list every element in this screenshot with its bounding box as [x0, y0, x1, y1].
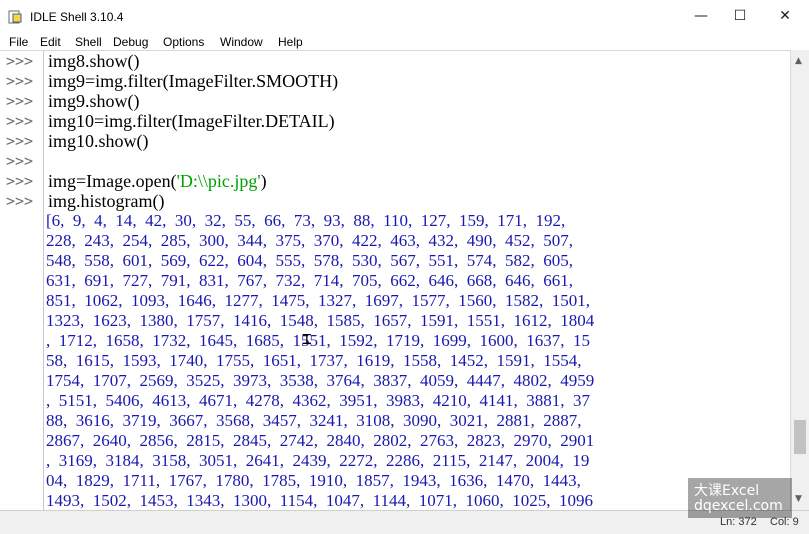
watermark-url: dqexcel.com: [694, 498, 783, 514]
code-line: img10=img.filter(ImageFilter.DETAIL): [48, 111, 335, 131]
output-line: 548, 558, 601, 569, 622, 604, 555, 578, …: [46, 251, 573, 270]
shell-prompt: >>>: [6, 192, 34, 210]
code-line: img9.show(): [48, 91, 140, 111]
prompt-gutter: >>> >>> >>> >>> >>> >>> >>> >>>: [0, 51, 44, 510]
menu-bar: File Edit Shell Debug Options Window Hel…: [0, 34, 809, 50]
title-bar: IDLE Shell 3.10.4 — ☐ ✕: [0, 0, 809, 34]
menu-shell[interactable]: Shell: [75, 34, 102, 50]
python-idle-icon: [8, 10, 22, 24]
code-line: img.histogram(): [48, 191, 165, 211]
scrollbar-thumb[interactable]: [794, 420, 806, 454]
output-line: 228, 243, 254, 285, 300, 344, 375, 370, …: [46, 231, 573, 250]
menu-file[interactable]: File: [9, 34, 28, 50]
output-line: , 5151, 5406, 4613, 4671, 4278, 4362, 39…: [46, 391, 590, 410]
output-line: [6, 9, 4, 14, 42, 30, 32, 55, 66, 73, 93…: [46, 211, 566, 230]
maximize-button[interactable]: ☐: [730, 6, 750, 26]
output-line: 851, 1062, 1093, 1646, 1277, 1475, 1327,…: [46, 291, 590, 310]
text-cursor-icon: ⌶: [302, 329, 312, 348]
menu-edit[interactable]: Edit: [40, 34, 61, 50]
shell-prompt: >>>: [6, 52, 34, 70]
menu-options[interactable]: Options: [163, 34, 204, 50]
watermark-brand: 大课Excel: [694, 483, 760, 499]
shell-prompt: >>>: [6, 72, 34, 90]
code-line-image-open: img=Image.open('D:\\pic.jpg'): [48, 171, 267, 192]
output-line: 1754, 1707, 2569, 3525, 3973, 3538, 3764…: [46, 371, 595, 390]
shell-prompt: >>>: [6, 152, 34, 170]
code-text: img=Image.open(: [48, 171, 177, 191]
menu-window[interactable]: Window: [220, 34, 263, 50]
shell-prompt: >>>: [6, 92, 34, 110]
output-line: 58, 1615, 1593, 1740, 1755, 1651, 1737, …: [46, 351, 582, 370]
watermark: 大课Excel dqexcel.com: [688, 478, 792, 518]
output-line: , 1712, 1658, 1732, 1645, 1685, 1551, 15…: [46, 331, 590, 350]
code-line: img8.show(): [48, 51, 140, 71]
minimize-button[interactable]: —: [691, 6, 711, 26]
output-line: 1323, 1623, 1380, 1757, 1416, 1548, 1585…: [46, 311, 595, 330]
output-line: 1493, 1502, 1453, 1343, 1300, 1154, 1047…: [46, 491, 593, 510]
output-line: , 3169, 3184, 3158, 3051, 2641, 2439, 22…: [46, 451, 590, 470]
window-title: IDLE Shell 3.10.4: [30, 10, 124, 24]
menu-help[interactable]: Help: [278, 34, 303, 50]
shell-prompt: >>>: [6, 132, 34, 150]
menu-debug[interactable]: Debug: [113, 34, 148, 50]
output-line: 04, 1829, 1711, 1767, 1780, 1785, 1910, …: [46, 471, 581, 490]
code-line: img10.show(): [48, 131, 149, 151]
output-line: 88, 3616, 3719, 3667, 3568, 3457, 3241, …: [46, 411, 582, 430]
scroll-up-icon[interactable]: ▲: [795, 56, 802, 66]
output-line: 631, 691, 727, 791, 831, 767, 732, 714, …: [46, 271, 573, 290]
code-line: img9=img.filter(ImageFilter.SMOOTH): [48, 71, 339, 91]
shell-prompt: >>>: [6, 172, 34, 190]
code-text: ): [260, 171, 267, 191]
vertical-scrollbar[interactable]: ▲ ▼: [790, 50, 809, 510]
string-literal: 'D:\\pic.jpg': [176, 171, 261, 191]
shell-text-area[interactable]: >>> >>> >>> >>> >>> >>> >>> >>> img8.sho…: [0, 50, 790, 510]
close-button[interactable]: ✕: [775, 6, 795, 26]
shell-prompt: >>>: [6, 112, 34, 130]
output-line: 2867, 2640, 2856, 2815, 2845, 2742, 2840…: [46, 431, 595, 450]
scroll-down-icon[interactable]: ▼: [795, 494, 802, 504]
